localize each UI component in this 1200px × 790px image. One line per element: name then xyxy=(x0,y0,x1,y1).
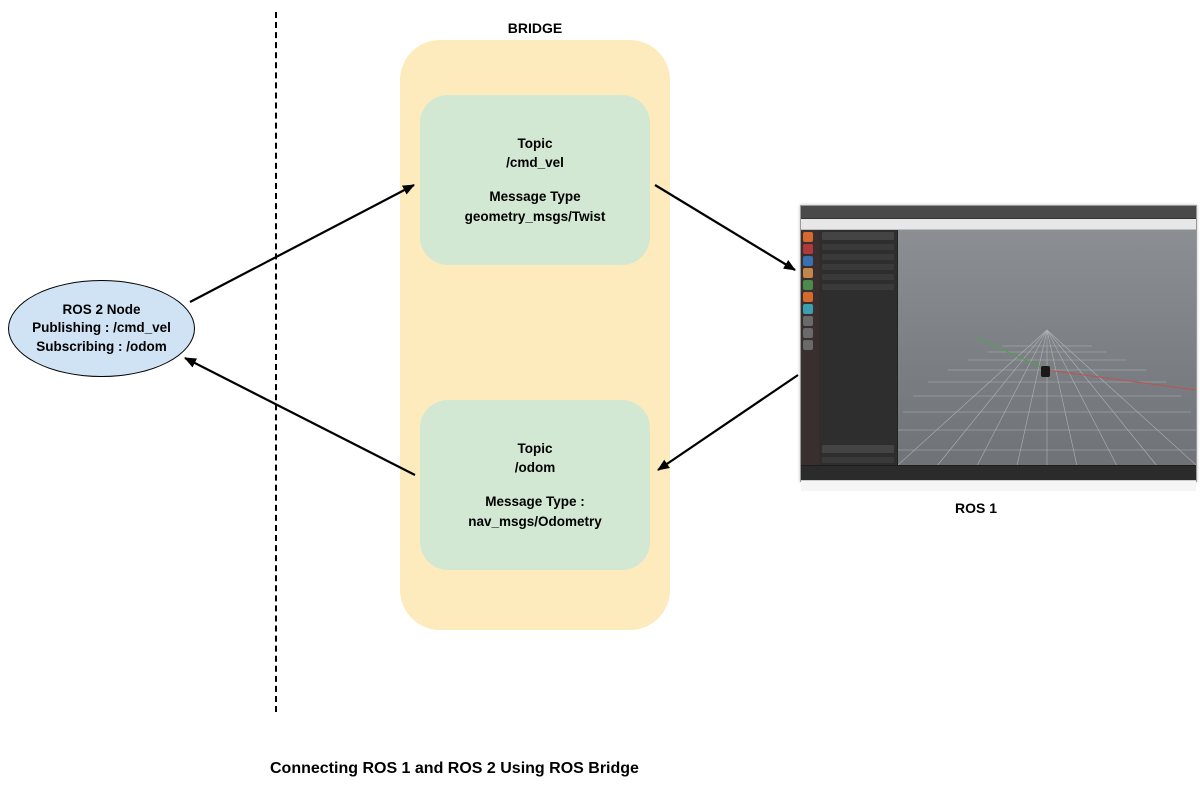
ros2-node: ROS 2 Node Publishing : /cmd_vel Subscri… xyxy=(8,280,195,377)
launcher-icon xyxy=(803,292,813,302)
launcher-icon xyxy=(803,280,813,290)
window-statusbar xyxy=(801,480,1196,491)
simulator-bottom-toolbar xyxy=(801,465,1196,480)
bridge-label: BRIDGE xyxy=(475,20,595,36)
ros1-label: ROS 1 xyxy=(955,500,997,516)
launcher-icon xyxy=(803,244,813,254)
launcher-icon xyxy=(803,328,813,338)
bridge-topic-odom: Topic /odom Message Type : nav_msgs/Odom… xyxy=(420,400,650,570)
launcher-icon xyxy=(803,268,813,278)
arrow-cmdvel-to-ros1 xyxy=(655,185,795,270)
ros2-node-title: ROS 2 Node xyxy=(62,301,140,319)
window-menubar xyxy=(801,219,1196,230)
robot-model xyxy=(1041,366,1050,377)
topic-msg-label: Message Type xyxy=(489,187,580,207)
ros2-node-publishing: Publishing : /cmd_vel xyxy=(32,319,171,337)
simulator-side-panel xyxy=(819,230,898,465)
topic-name: /cmd_vel xyxy=(506,153,564,173)
topic-title: Topic xyxy=(518,439,553,459)
arrow-ros2-to-cmdvel xyxy=(190,185,414,302)
topic-msg-type: geometry_msgs/Twist xyxy=(465,207,606,227)
arrow-odom-to-ros2 xyxy=(185,358,415,475)
launcher-icon xyxy=(803,304,813,314)
topic-msg-type: nav_msgs/Odometry xyxy=(468,512,602,532)
simulator-viewport xyxy=(898,230,1196,465)
window-titlebar xyxy=(801,206,1196,219)
diagram-caption: Connecting ROS 1 and ROS 2 Using ROS Bri… xyxy=(270,760,639,778)
ground-grid xyxy=(898,230,1196,465)
topic-title: Topic xyxy=(518,134,553,154)
launcher-icon xyxy=(803,316,813,326)
ros1-simulator-screenshot xyxy=(800,205,1197,482)
launcher-icon xyxy=(803,256,813,266)
bridge-topic-cmd-vel: Topic /cmd_vel Message Type geometry_msg… xyxy=(420,95,650,265)
arrow-ros1-to-odom xyxy=(658,375,798,470)
topic-msg-label: Message Type : xyxy=(485,492,585,512)
launcher-icon xyxy=(803,232,813,242)
ros2-node-subscribing: Subscribing : /odom xyxy=(36,338,167,356)
launcher-icon xyxy=(803,340,813,350)
vertical-divider xyxy=(275,12,277,712)
topic-name: /odom xyxy=(515,458,556,478)
desktop-launcher xyxy=(801,230,819,465)
bridge-box: Topic /cmd_vel Message Type geometry_msg… xyxy=(400,40,670,630)
